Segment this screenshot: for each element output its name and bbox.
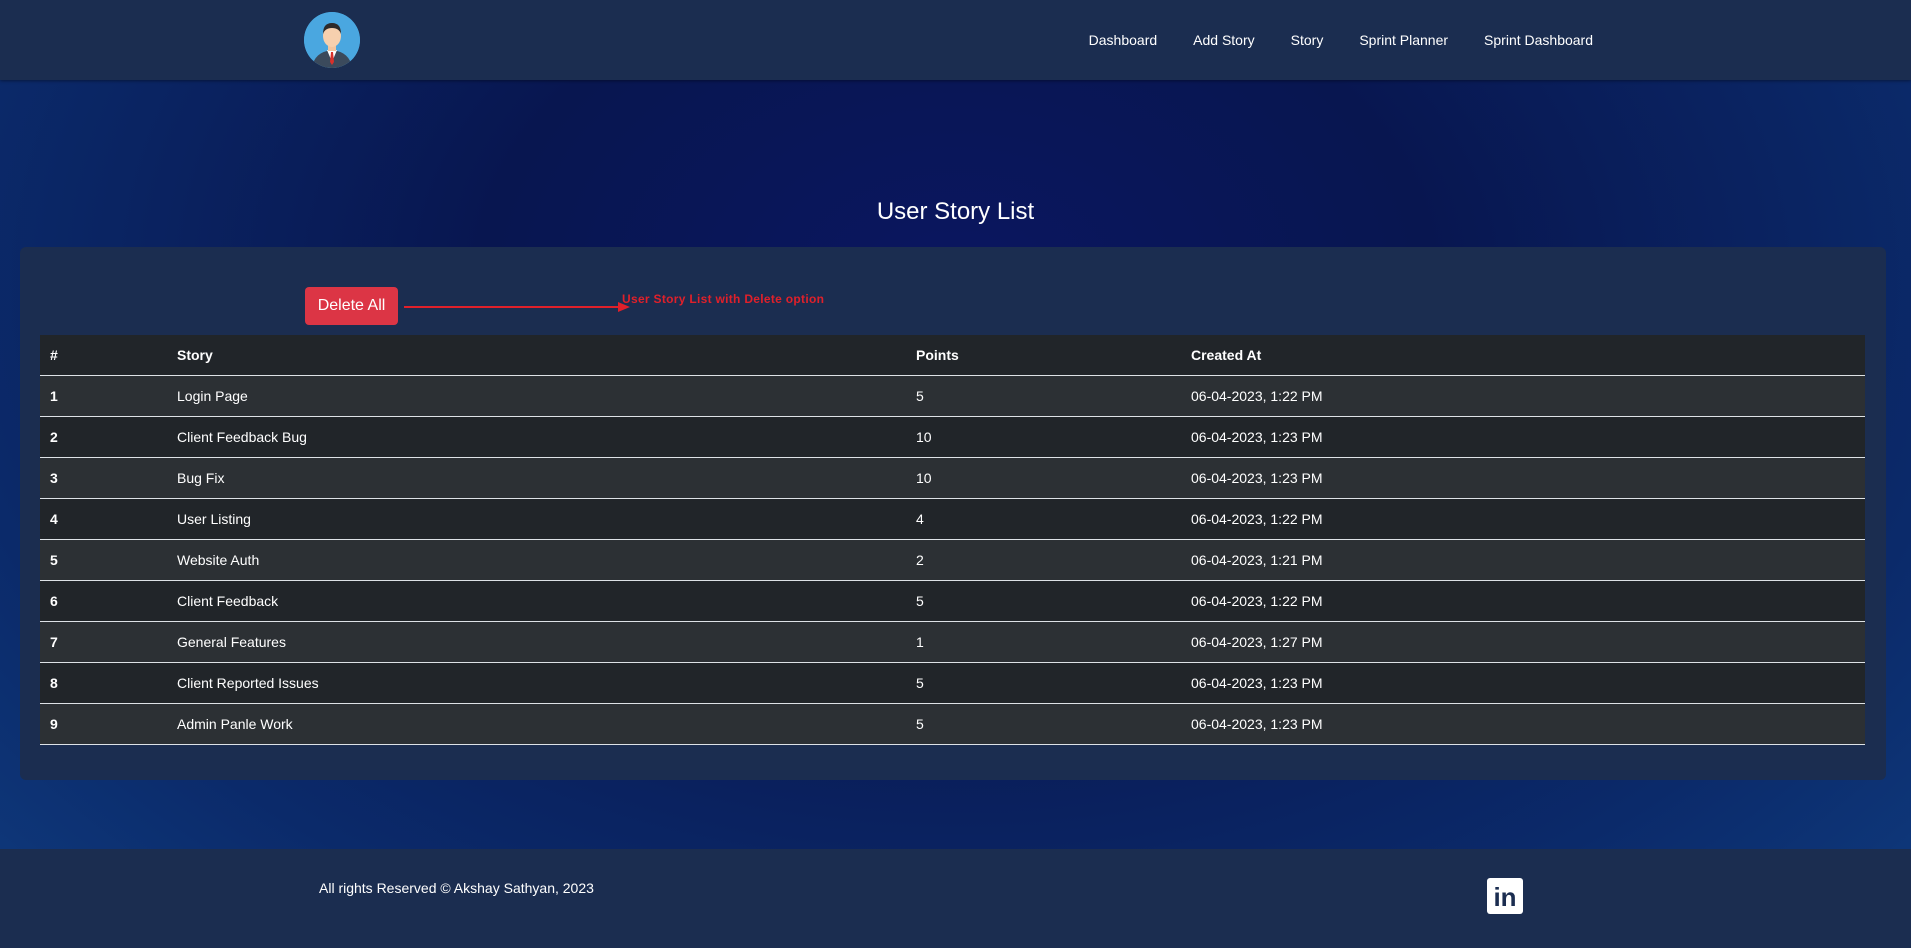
row-created-at: 06-04-2023, 1:23 PM — [1181, 662, 1865, 704]
row-story: Client Feedback Bug — [167, 416, 906, 458]
row-created-at: 06-04-2023, 1:23 PM — [1181, 416, 1865, 458]
navbar: Dashboard Add Story Story Sprint Planner… — [0, 0, 1911, 80]
row-number: 5 — [40, 539, 167, 581]
row-created-at: 06-04-2023, 1:22 PM — [1181, 580, 1865, 622]
row-created-at: 06-04-2023, 1:23 PM — [1181, 703, 1865, 745]
row-number: 4 — [40, 498, 167, 540]
row-story: General Features — [167, 621, 906, 663]
table-row: 5 Website Auth 2 06-04-2023, 1:21 PM — [40, 539, 1865, 581]
row-points: 2 — [906, 539, 1181, 581]
nav-add-story[interactable]: Add Story — [1193, 32, 1254, 48]
row-points: 5 — [906, 662, 1181, 704]
main-nav: Dashboard Add Story Story Sprint Planner… — [1089, 0, 1593, 80]
row-number: 2 — [40, 416, 167, 458]
nav-story[interactable]: Story — [1291, 32, 1324, 48]
annotation-label: User Story List with Delete option — [622, 292, 825, 306]
row-points: 10 — [906, 457, 1181, 499]
row-number: 3 — [40, 457, 167, 499]
table-row: 3 Bug Fix 10 06-04-2023, 1:23 PM — [40, 457, 1865, 499]
page: Dashboard Add Story Story Sprint Planner… — [0, 0, 1911, 948]
row-points: 5 — [906, 703, 1181, 745]
row-story: Admin Panle Work — [167, 703, 906, 745]
row-number: 6 — [40, 580, 167, 622]
table-row: 6 Client Feedback 5 06-04-2023, 1:22 PM — [40, 580, 1865, 622]
header-points: Points — [906, 335, 1181, 376]
row-story: Client Feedback — [167, 580, 906, 622]
row-created-at: 06-04-2023, 1:21 PM — [1181, 539, 1865, 581]
nav-sprint-planner[interactable]: Sprint Planner — [1359, 32, 1448, 48]
story-table: # Story Points Created At 1 Login Page 5… — [40, 335, 1865, 745]
row-story: User Listing — [167, 498, 906, 540]
row-points: 4 — [906, 498, 1181, 540]
nav-sprint-dashboard[interactable]: Sprint Dashboard — [1484, 32, 1593, 48]
table-row: 2 Client Feedback Bug 10 06-04-2023, 1:2… — [40, 416, 1865, 458]
row-number: 9 — [40, 703, 167, 745]
header-created-at: Created At — [1181, 335, 1865, 376]
row-number: 8 — [40, 662, 167, 704]
footer: All rights Reserved © Akshay Sathyan, 20… — [0, 849, 1911, 948]
row-created-at: 06-04-2023, 1:22 PM — [1181, 375, 1865, 417]
row-number: 7 — [40, 621, 167, 663]
table-row: 1 Login Page 5 06-04-2023, 1:22 PM — [40, 375, 1865, 417]
table-row: 8 Client Reported Issues 5 06-04-2023, 1… — [40, 662, 1865, 704]
header-number: # — [40, 335, 167, 376]
row-created-at: 06-04-2023, 1:27 PM — [1181, 621, 1865, 663]
table-row: 4 User Listing 4 06-04-2023, 1:22 PM — [40, 498, 1865, 540]
table-header-row: # Story Points Created At — [40, 335, 1865, 376]
annotation-arrow-icon — [404, 302, 630, 312]
row-story: Bug Fix — [167, 457, 906, 499]
footer-copyright: All rights Reserved © Akshay Sathyan, 20… — [319, 880, 594, 896]
row-points: 1 — [906, 621, 1181, 663]
row-story: Login Page — [167, 375, 906, 417]
row-points: 10 — [906, 416, 1181, 458]
story-list-card: Delete All User Story List with Delete o… — [20, 247, 1886, 780]
row-created-at: 06-04-2023, 1:23 PM — [1181, 457, 1865, 499]
delete-all-button[interactable]: Delete All — [305, 287, 398, 325]
row-story: Client Reported Issues — [167, 662, 906, 704]
row-number: 1 — [40, 375, 167, 417]
header-story: Story — [167, 335, 906, 376]
row-points: 5 — [906, 375, 1181, 417]
row-created-at: 06-04-2023, 1:22 PM — [1181, 498, 1865, 540]
table-row: 7 General Features 1 06-04-2023, 1:27 PM — [40, 621, 1865, 663]
table-row: 9 Admin Panle Work 5 06-04-2023, 1:23 PM — [40, 703, 1865, 745]
row-points: 5 — [906, 580, 1181, 622]
nav-dashboard[interactable]: Dashboard — [1089, 32, 1158, 48]
linkedin-icon[interactable]: in — [1487, 878, 1523, 914]
user-avatar-icon[interactable] — [304, 12, 360, 68]
page-title: User Story List — [876, 198, 1035, 225]
row-story: Website Auth — [167, 539, 906, 581]
